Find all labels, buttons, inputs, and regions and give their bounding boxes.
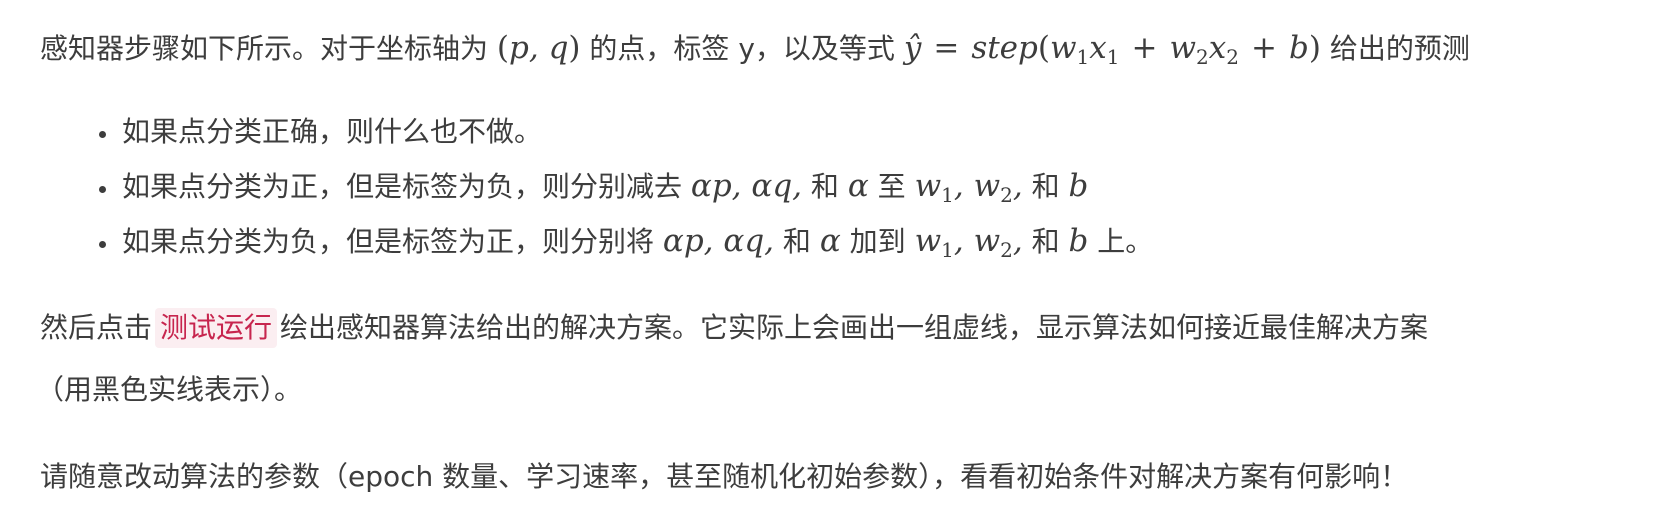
alpha-math: α [847, 168, 869, 204]
intro-paragraph: 感知器步骤如下所示。对于坐标轴为 (p, q) 的点，标签 y，以及等式 ŷ = s… [40, 26, 1610, 71]
alpha-p-q-math: αp, αq, [662, 223, 775, 259]
list-item: 如果点分类为负，但是标签为正，则分别将 αp, αq, 和 α 加到 w1, w… [120, 214, 1610, 269]
and-text: 和 [802, 170, 848, 203]
weights-math: w1, w2, [914, 168, 1023, 207]
and-text: 和 [1022, 225, 1069, 258]
alpha-p-q-math: αp, αq, [690, 168, 803, 204]
run-text-line1: 绘出感知器算法给出的解决方案。它实际上会画出一组虚线，显示算法如何接近最佳解决方… [280, 311, 1429, 344]
intro-text-before: 感知器步骤如下所示。对于坐标轴为 [40, 32, 497, 65]
and-text: 和 [1022, 170, 1069, 203]
run-text-before: 然后点击 [40, 311, 153, 344]
point-coordinates-math: (p, q) [496, 30, 581, 66]
end-text: 上。 [1088, 225, 1154, 258]
weights-math: w1, w2, [914, 223, 1023, 262]
list-item: 如果点分类正确，则什么也不做。 [120, 105, 1610, 159]
step-positive-text: 如果点分类为正，但是标签为负，则分别减去 [122, 170, 691, 203]
list-item: 如果点分类为正，但是标签为负，则分别减去 αp, αq, 和 α 至 w1, w… [120, 159, 1610, 214]
bias-math: b [1068, 223, 1089, 259]
to-text: 加到 [840, 225, 915, 258]
step-negative-text: 如果点分类为负，但是标签为正，则分别将 [122, 225, 663, 258]
intro-text-middle: 的点，标签 y，以及等式 [580, 32, 904, 65]
intro-text-after: 给出的预测 [1320, 32, 1470, 65]
closing-paragraph: 请随意改动算法的参数（epoch 数量、学习速率，甚至随机化初始参数），看看初始… [40, 460, 1409, 493]
step-correct-text: 如果点分类正确，则什么也不做。 [122, 115, 543, 148]
prediction-equation-math: ŷ = step(w1x1 + w2x2 + b) [903, 30, 1321, 69]
alpha-math: α [819, 223, 841, 259]
run-text-line2: （用黑色实线表示）。 [36, 373, 303, 406]
run-paragraph: 然后点击 测试运行 绘出感知器算法给出的解决方案。它实际上会画出一组虚线，显示算法如… [36, 297, 1610, 421]
to-text: 至 [868, 170, 915, 203]
perceptron-steps-list: 如果点分类正确，则什么也不做。 如果点分类为正，但是标签为负，则分别减去 αp,… [40, 105, 1610, 269]
article-content: 感知器步骤如下所示。对于坐标轴为 (p, q) 的点，标签 y，以及等式 ŷ = s… [0, 0, 1610, 499]
bias-math: b [1068, 168, 1089, 204]
test-run-link[interactable]: 测试运行 [155, 308, 278, 348]
and-text: 和 [774, 225, 820, 258]
